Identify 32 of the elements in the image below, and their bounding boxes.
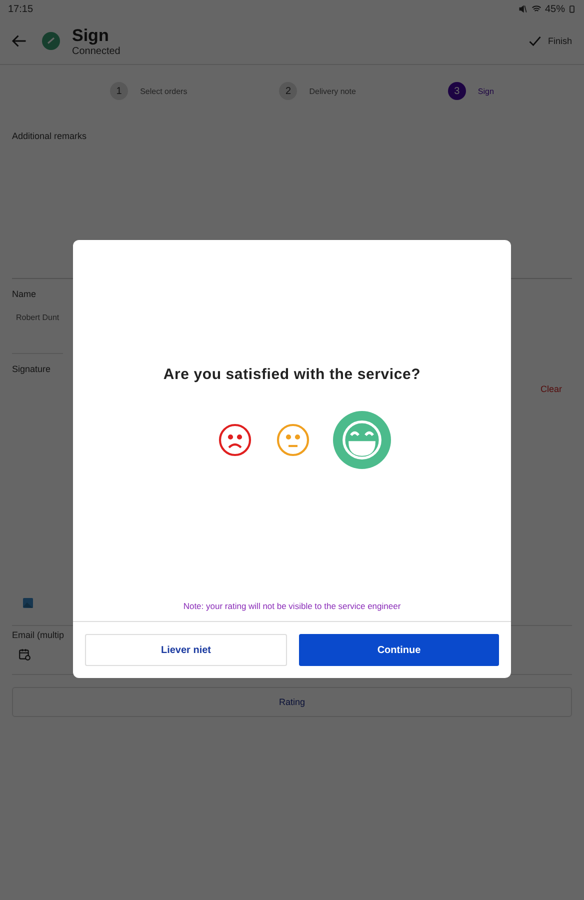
neutral-face-icon[interactable]	[275, 422, 311, 458]
step-label[interactable]: Sign	[478, 86, 494, 96]
field-label: Email (multip	[12, 630, 64, 640]
rating-button[interactable]: Rating	[12, 687, 572, 717]
step-number: 2	[279, 82, 298, 100]
clear-link[interactable]: Clear	[540, 384, 562, 394]
wifi-icon	[530, 4, 542, 14]
decline-button[interactable]: Liever niet	[85, 634, 287, 666]
dialog-question: Are you satisfied with the service?	[163, 366, 421, 383]
check-icon	[528, 34, 542, 48]
sad-face-icon[interactable]	[217, 422, 253, 458]
happy-face-icon[interactable]	[333, 411, 391, 469]
step-label[interactable]: Select orders	[140, 86, 188, 96]
connected-status-icon	[42, 32, 60, 50]
step-number: 3	[448, 82, 466, 100]
continue-button[interactable]: Continue	[299, 634, 499, 666]
field-label: Name	[12, 289, 36, 299]
dialog-note: Note: your rating will not be visible to the service engineer	[183, 601, 401, 613]
status-time: 17:15	[8, 4, 34, 14]
connection-status: Connected	[72, 46, 122, 56]
field-label: Additional remarks	[12, 131, 87, 141]
mute-icon	[518, 4, 528, 14]
battery-level: 45%	[544, 4, 565, 14]
finish-button[interactable]: Finish	[526, 32, 574, 50]
name-field[interactable]: Robert Dunt	[12, 299, 64, 354]
calendar-icon[interactable]	[18, 648, 31, 661]
battery-icon	[568, 4, 576, 14]
screen-title: Sign	[72, 26, 110, 46]
field-label: Signature	[12, 364, 51, 374]
image-icon	[22, 597, 34, 609]
step-label[interactable]: Delivery note	[309, 86, 356, 96]
step-number: 1	[110, 82, 128, 100]
